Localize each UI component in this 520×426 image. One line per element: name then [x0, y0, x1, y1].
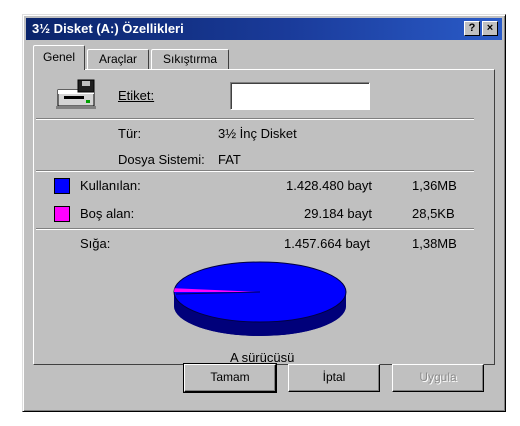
ok-button[interactable]: Tamam [183, 363, 277, 393]
capacity-size: 1,38MB [412, 236, 457, 251]
label-caption-text: Etiket: [118, 88, 155, 103]
help-button[interactable]: ? [464, 21, 480, 36]
title-bar[interactable]: 3½ Disket (A:) Özellikleri ? × [26, 18, 502, 40]
file-system-caption: Dosya Sistemi: [118, 152, 205, 167]
cancel-button[interactable]: İptal [288, 364, 380, 392]
used-caption: Kullanılan: [80, 178, 141, 193]
used-bytes: 1.428.480 bayt [286, 178, 373, 193]
used-size: 1,36MB [412, 178, 457, 193]
type-caption: Tür: [118, 126, 142, 141]
divider-bottom [36, 228, 474, 230]
divider-top [36, 118, 474, 120]
free-size: 28,5KB [412, 206, 455, 221]
volume-label-input[interactable] [230, 82, 370, 110]
capacity-bytes: 1.457.664 bayt [284, 236, 371, 251]
free-caption: Boş alan: [80, 206, 135, 221]
capacity-caption: Sığa: [80, 236, 111, 251]
free-bytes: 29.184 bayt [304, 206, 372, 221]
label-caption: Etiket: [118, 88, 154, 103]
floppy-drive-icon [56, 79, 96, 109]
tab-tools[interactable]: Araçlar [87, 49, 149, 69]
divider-middle [36, 170, 474, 172]
disk-usage-pie [173, 261, 347, 336]
window-title: 3½ Disket (A:) Özellikleri [32, 21, 184, 36]
used-space-swatch [54, 178, 70, 194]
close-button[interactable]: × [482, 21, 498, 36]
tab-compression[interactable]: Sıkıştırma [151, 49, 229, 69]
type-value: 3½ İnç Disket [218, 126, 297, 141]
free-space-swatch [54, 206, 70, 222]
tab-general[interactable]: Genel [33, 45, 85, 70]
drive-caption: A sürücüsü [230, 350, 295, 365]
apply-button[interactable]: Uygula [392, 364, 484, 392]
file-system-value: FAT [218, 152, 241, 167]
